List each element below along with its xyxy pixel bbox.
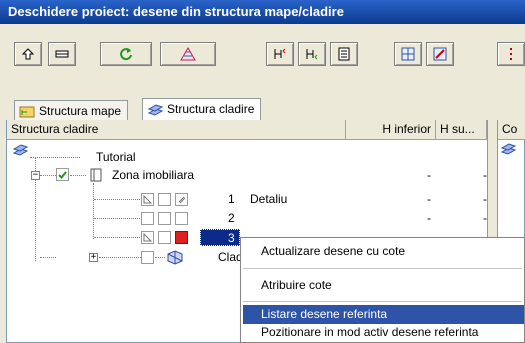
row-number[interactable]: 3 <box>228 231 235 245</box>
open-tool-icon <box>21 48 35 60</box>
menu-item-actualizare[interactable]: Actualizare desene cu cote <box>261 242 405 260</box>
building-icon <box>500 143 517 155</box>
attach-icon-box[interactable] <box>175 193 188 206</box>
grid-edit-button[interactable] <box>394 42 422 66</box>
tab-structura-mape[interactable]: Structura mape <box>14 100 129 120</box>
tree-connector <box>94 237 140 238</box>
tree-list-icon <box>338 47 350 61</box>
grid-settings-button[interactable] <box>426 42 454 66</box>
tab-label: Structura cladire <box>167 102 255 116</box>
column-header-side[interactable]: Co <box>498 120 525 140</box>
refresh-button[interactable] <box>100 42 152 66</box>
draw-icon <box>143 232 153 242</box>
row-number[interactable]: 1 <box>228 192 235 206</box>
empty-box[interactable] <box>175 212 188 225</box>
draw-icon <box>143 194 153 204</box>
tree-connector <box>94 199 140 200</box>
folder-structure-icon <box>19 106 35 118</box>
hatch-icon <box>180 47 196 61</box>
more-options-button[interactable] <box>497 42 525 66</box>
building-structure-icon <box>147 104 164 116</box>
pan-tool-button[interactable] <box>48 42 76 66</box>
draw-icon-box[interactable] <box>141 193 154 206</box>
building-block-icon <box>167 250 183 265</box>
tree-link-icon <box>306 49 318 60</box>
menu-item-listare[interactable]: Listare desene referinta <box>261 305 387 323</box>
collapse-toggle[interactable]: − <box>31 171 40 180</box>
tree-add-button[interactable] <box>266 42 294 66</box>
menu-separator <box>243 268 522 269</box>
empty-box[interactable] <box>158 193 171 206</box>
menu-item-atribuire[interactable]: Atribuire cote <box>261 276 332 294</box>
window-title: Deschidere proiect: desene din structura… <box>0 0 525 24</box>
node-label[interactable]: Clad <box>218 250 243 264</box>
tree-connector <box>93 183 94 239</box>
document-red-icon[interactable] <box>175 231 188 244</box>
grid-edit-icon <box>401 47 415 61</box>
draw-icon-box[interactable] <box>141 231 154 244</box>
zone-icon <box>90 168 102 182</box>
row-label[interactable]: Detaliu <box>250 192 287 206</box>
hatch-button[interactable] <box>160 42 216 66</box>
attach-icon <box>178 196 186 204</box>
tab-structura-cladire[interactable]: Structura cladire <box>142 98 262 120</box>
open-tool-button[interactable] <box>14 42 42 66</box>
tree-root-label[interactable]: Tutorial <box>96 150 136 164</box>
tree-connector <box>99 257 141 258</box>
empty-box[interactable] <box>158 231 171 244</box>
tree-add-icon <box>274 48 286 59</box>
grid-settings-icon <box>433 47 447 61</box>
zone-label[interactable]: Zona imobiliara <box>112 168 194 182</box>
node-checkbox[interactable] <box>141 251 154 264</box>
tree-connector <box>70 175 86 176</box>
zone-h-inferior: - <box>427 168 431 182</box>
menu-separator <box>243 301 522 302</box>
tab-label: Structura mape <box>39 104 122 118</box>
tree-connector <box>94 218 140 219</box>
tree-link-button[interactable] <box>298 42 326 66</box>
menu-item-pozitionare[interactable]: Pozitionare in mod activ desene referint… <box>261 323 478 341</box>
zone-checkbox[interactable] <box>56 168 69 181</box>
row-h-superior: - <box>483 192 487 206</box>
expand-toggle[interactable]: + <box>89 253 98 262</box>
empty-box[interactable] <box>141 212 154 225</box>
tree-connector <box>155 257 165 258</box>
building-structure-icon <box>12 144 29 156</box>
refresh-icon <box>120 48 132 61</box>
pan-tool-icon <box>55 50 69 58</box>
checkmark-icon <box>58 171 67 179</box>
row-h-inferior: - <box>427 192 431 206</box>
more-options-icon <box>510 48 512 60</box>
row-h-superior: - <box>483 211 487 225</box>
empty-box[interactable] <box>158 212 171 225</box>
tree-list-button[interactable] <box>330 42 358 66</box>
zone-h-superior: - <box>483 168 487 182</box>
tree-connector <box>30 157 80 158</box>
context-menu: Actualizare desene cu cote Atribuire cot… <box>240 237 525 343</box>
tree-connector <box>40 257 56 258</box>
column-header-name[interactable]: Structura cladire <box>7 120 346 140</box>
row-number[interactable]: 2 <box>228 211 235 225</box>
tree-connector <box>40 175 56 176</box>
row-h-inferior: - <box>427 211 431 225</box>
column-header-h-superior[interactable]: H su... <box>436 120 487 140</box>
column-header-h-inferior[interactable]: H inferior <box>346 120 436 140</box>
